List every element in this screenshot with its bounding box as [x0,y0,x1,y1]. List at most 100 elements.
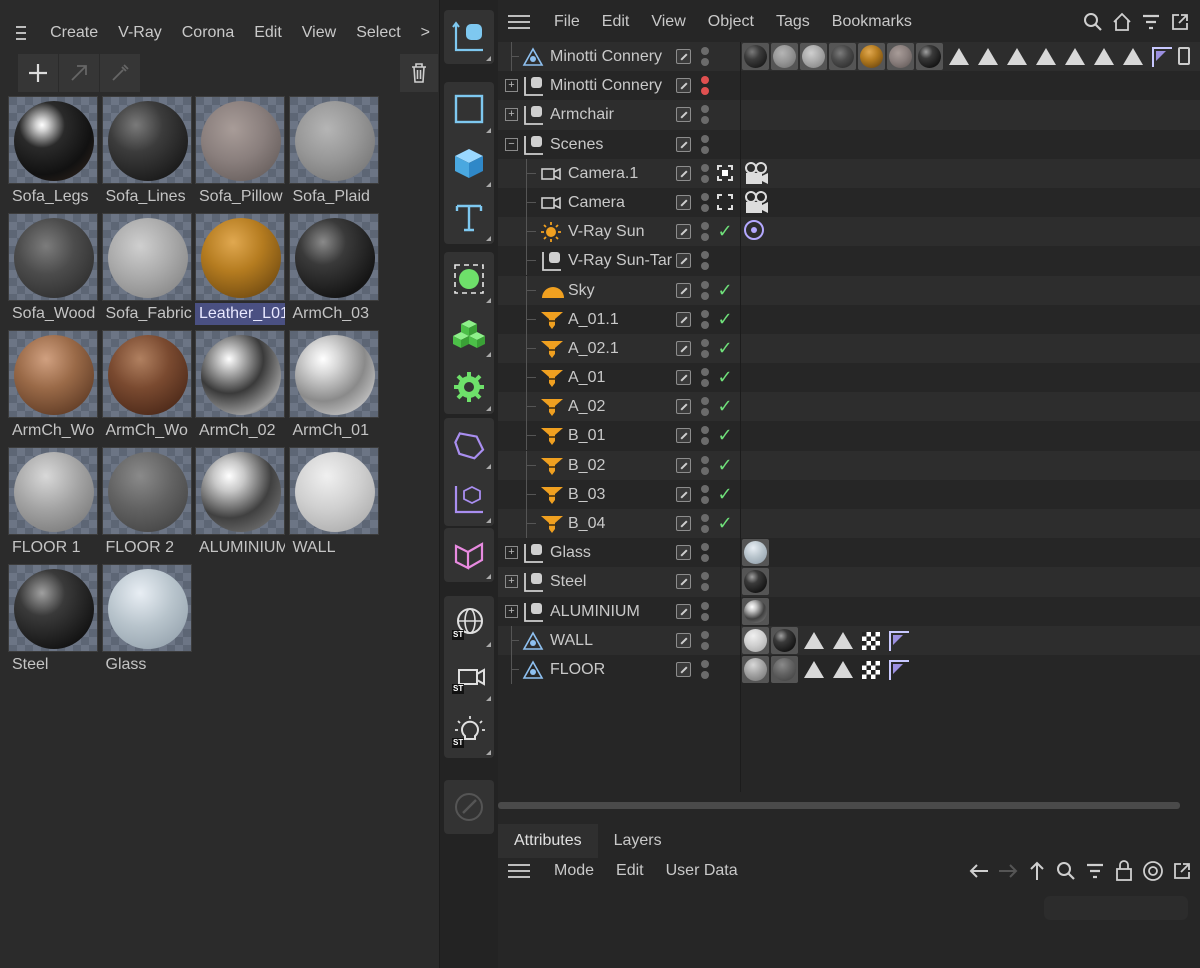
object-name[interactable]: B_02 [568,455,605,477]
object-row[interactable]: + Minotti Connery [498,71,1200,100]
menu-create[interactable]: Create [40,24,108,42]
menu-more-chevron[interactable]: > [411,24,440,42]
object-row[interactable]: − Scenes [498,130,1200,159]
object-row[interactable]: V-Ray Sun ✓ [498,217,1200,247]
object-name[interactable]: V-Ray Sun-Tar [568,250,672,272]
layer-edit-icon[interactable] [676,194,691,210]
object-row[interactable]: B_01 ✓ [498,421,1200,451]
object-name[interactable]: B_01 [568,425,605,447]
field-button[interactable] [444,418,494,472]
enabled-check-icon[interactable]: ✓ [714,454,736,476]
material-swatch[interactable]: Steel [8,564,98,676]
object-name[interactable]: FLOOR [550,659,605,681]
environment-button[interactable]: ST [444,596,494,650]
phong-tag-icon[interactable] [1094,48,1114,65]
material-tag[interactable] [771,43,798,70]
up-arrow-icon[interactable] [1022,858,1051,884]
visibility-dots[interactable] [701,309,709,330]
visibility-dots[interactable] [701,572,709,592]
filter-icon[interactable] [1136,10,1165,34]
expand-toggle[interactable]: + [505,546,518,560]
material-swatch[interactable]: FLOOR 2 [101,447,192,559]
object-name[interactable]: Minotti Connery [550,75,662,97]
enabled-check-icon[interactable]: ✓ [714,512,736,534]
display-tag-icon[interactable] [1178,47,1190,65]
material-swatch[interactable]: ArmCh_Wo [101,330,192,442]
layer-edit-icon[interactable] [676,428,691,444]
layer-edit-icon[interactable] [676,574,691,590]
volume-button[interactable] [444,472,494,526]
layer-edit-icon[interactable] [676,603,691,619]
bend-deformer-button[interactable] [444,528,494,582]
enabled-check-icon[interactable]: ✓ [714,308,736,330]
object-name[interactable]: Armchair [550,104,614,126]
object-row[interactable]: B_04 ✓ [498,509,1200,539]
object-name[interactable]: Scenes [550,134,603,156]
visibility-dots[interactable] [701,455,709,476]
visibility-dots[interactable] [701,397,709,417]
visibility-dots[interactable] [701,543,709,563]
material-swatch[interactable]: ALUMINIUM [195,447,285,559]
material-preview[interactable] [195,213,285,301]
visibility-dots[interactable] [701,368,709,388]
visibility-dots[interactable] [701,426,709,446]
material-swatch[interactable]: Glass [101,564,192,676]
texture-tag-icon[interactable] [862,660,880,679]
tab-attributes[interactable]: Attributes [498,824,598,858]
material-preview[interactable] [288,96,379,184]
material-preview[interactable] [8,447,98,535]
enabled-check-icon[interactable]: ✓ [714,424,736,446]
cube-button[interactable] [444,136,494,190]
cloner-button[interactable] [444,306,494,360]
object-name[interactable]: WALL [550,630,593,652]
menu-select[interactable]: Select [346,24,410,42]
filter-icon[interactable] [1080,858,1109,884]
forward-arrow-icon[interactable] [993,858,1022,884]
camera-tag-icon[interactable] [742,160,770,188]
layer-edit-icon[interactable] [676,282,691,298]
object-row[interactable]: B_03 ✓ [498,479,1200,509]
material-tag[interactable] [916,43,943,70]
object-row[interactable]: A_02 ✓ [498,392,1200,422]
hamburger-menu-icon[interactable] [508,864,530,878]
material-swatch[interactable]: ArmCh_Wo [8,330,98,442]
object-row[interactable]: + Armchair [498,100,1200,130]
back-arrow-icon[interactable] [964,858,993,884]
material-preview[interactable] [101,564,192,652]
material-preview[interactable] [288,447,379,535]
object-row[interactable]: V-Ray Sun-Tar [498,246,1200,276]
material-tag[interactable] [771,626,798,654]
material-swatch[interactable]: Sofa_Plaid [288,96,379,208]
material-swatch[interactable]: Sofa_Wood [8,213,98,325]
object-row[interactable]: A_01.1 ✓ [498,304,1200,334]
material-swatch[interactable]: FLOOR 1 [8,447,98,559]
visibility-dots[interactable] [701,47,709,67]
visibility-dots[interactable] [701,163,709,184]
attribute-search-field[interactable] [1044,896,1188,920]
phong-tag-icon[interactable] [1123,48,1143,65]
phong-tag-icon[interactable] [804,631,824,649]
layer-edit-icon[interactable] [676,136,691,152]
menu-object[interactable]: Object [698,13,766,31]
material-preview[interactable] [8,564,98,652]
menu-corona[interactable]: Corona [172,24,244,42]
object-row[interactable]: FLOOR [498,654,1200,684]
enabled-check-icon[interactable]: ✓ [714,366,736,388]
eyedropper-button[interactable] [100,54,140,92]
enabled-check-icon[interactable]: ✓ [714,395,736,417]
material-tag[interactable] [742,626,769,654]
home-icon[interactable] [1107,10,1136,34]
material-preview[interactable] [8,330,98,418]
material-tag[interactable] [829,43,856,70]
uvw-tag-icon[interactable] [889,659,909,680]
material-preview[interactable] [195,330,285,418]
hamburger-menu-icon[interactable] [16,26,27,40]
menu-user-data[interactable]: User Data [656,862,750,880]
object-row[interactable]: Sky ✓ [498,275,1200,305]
camera-tag-icon[interactable] [742,189,770,217]
material-preview[interactable] [288,330,379,418]
menu-tags[interactable]: Tags [766,13,822,31]
layer-edit-icon[interactable] [676,311,691,327]
material-swatch[interactable]: Sofa_Lines [101,96,192,208]
menu-edit[interactable]: Edit [244,24,292,42]
